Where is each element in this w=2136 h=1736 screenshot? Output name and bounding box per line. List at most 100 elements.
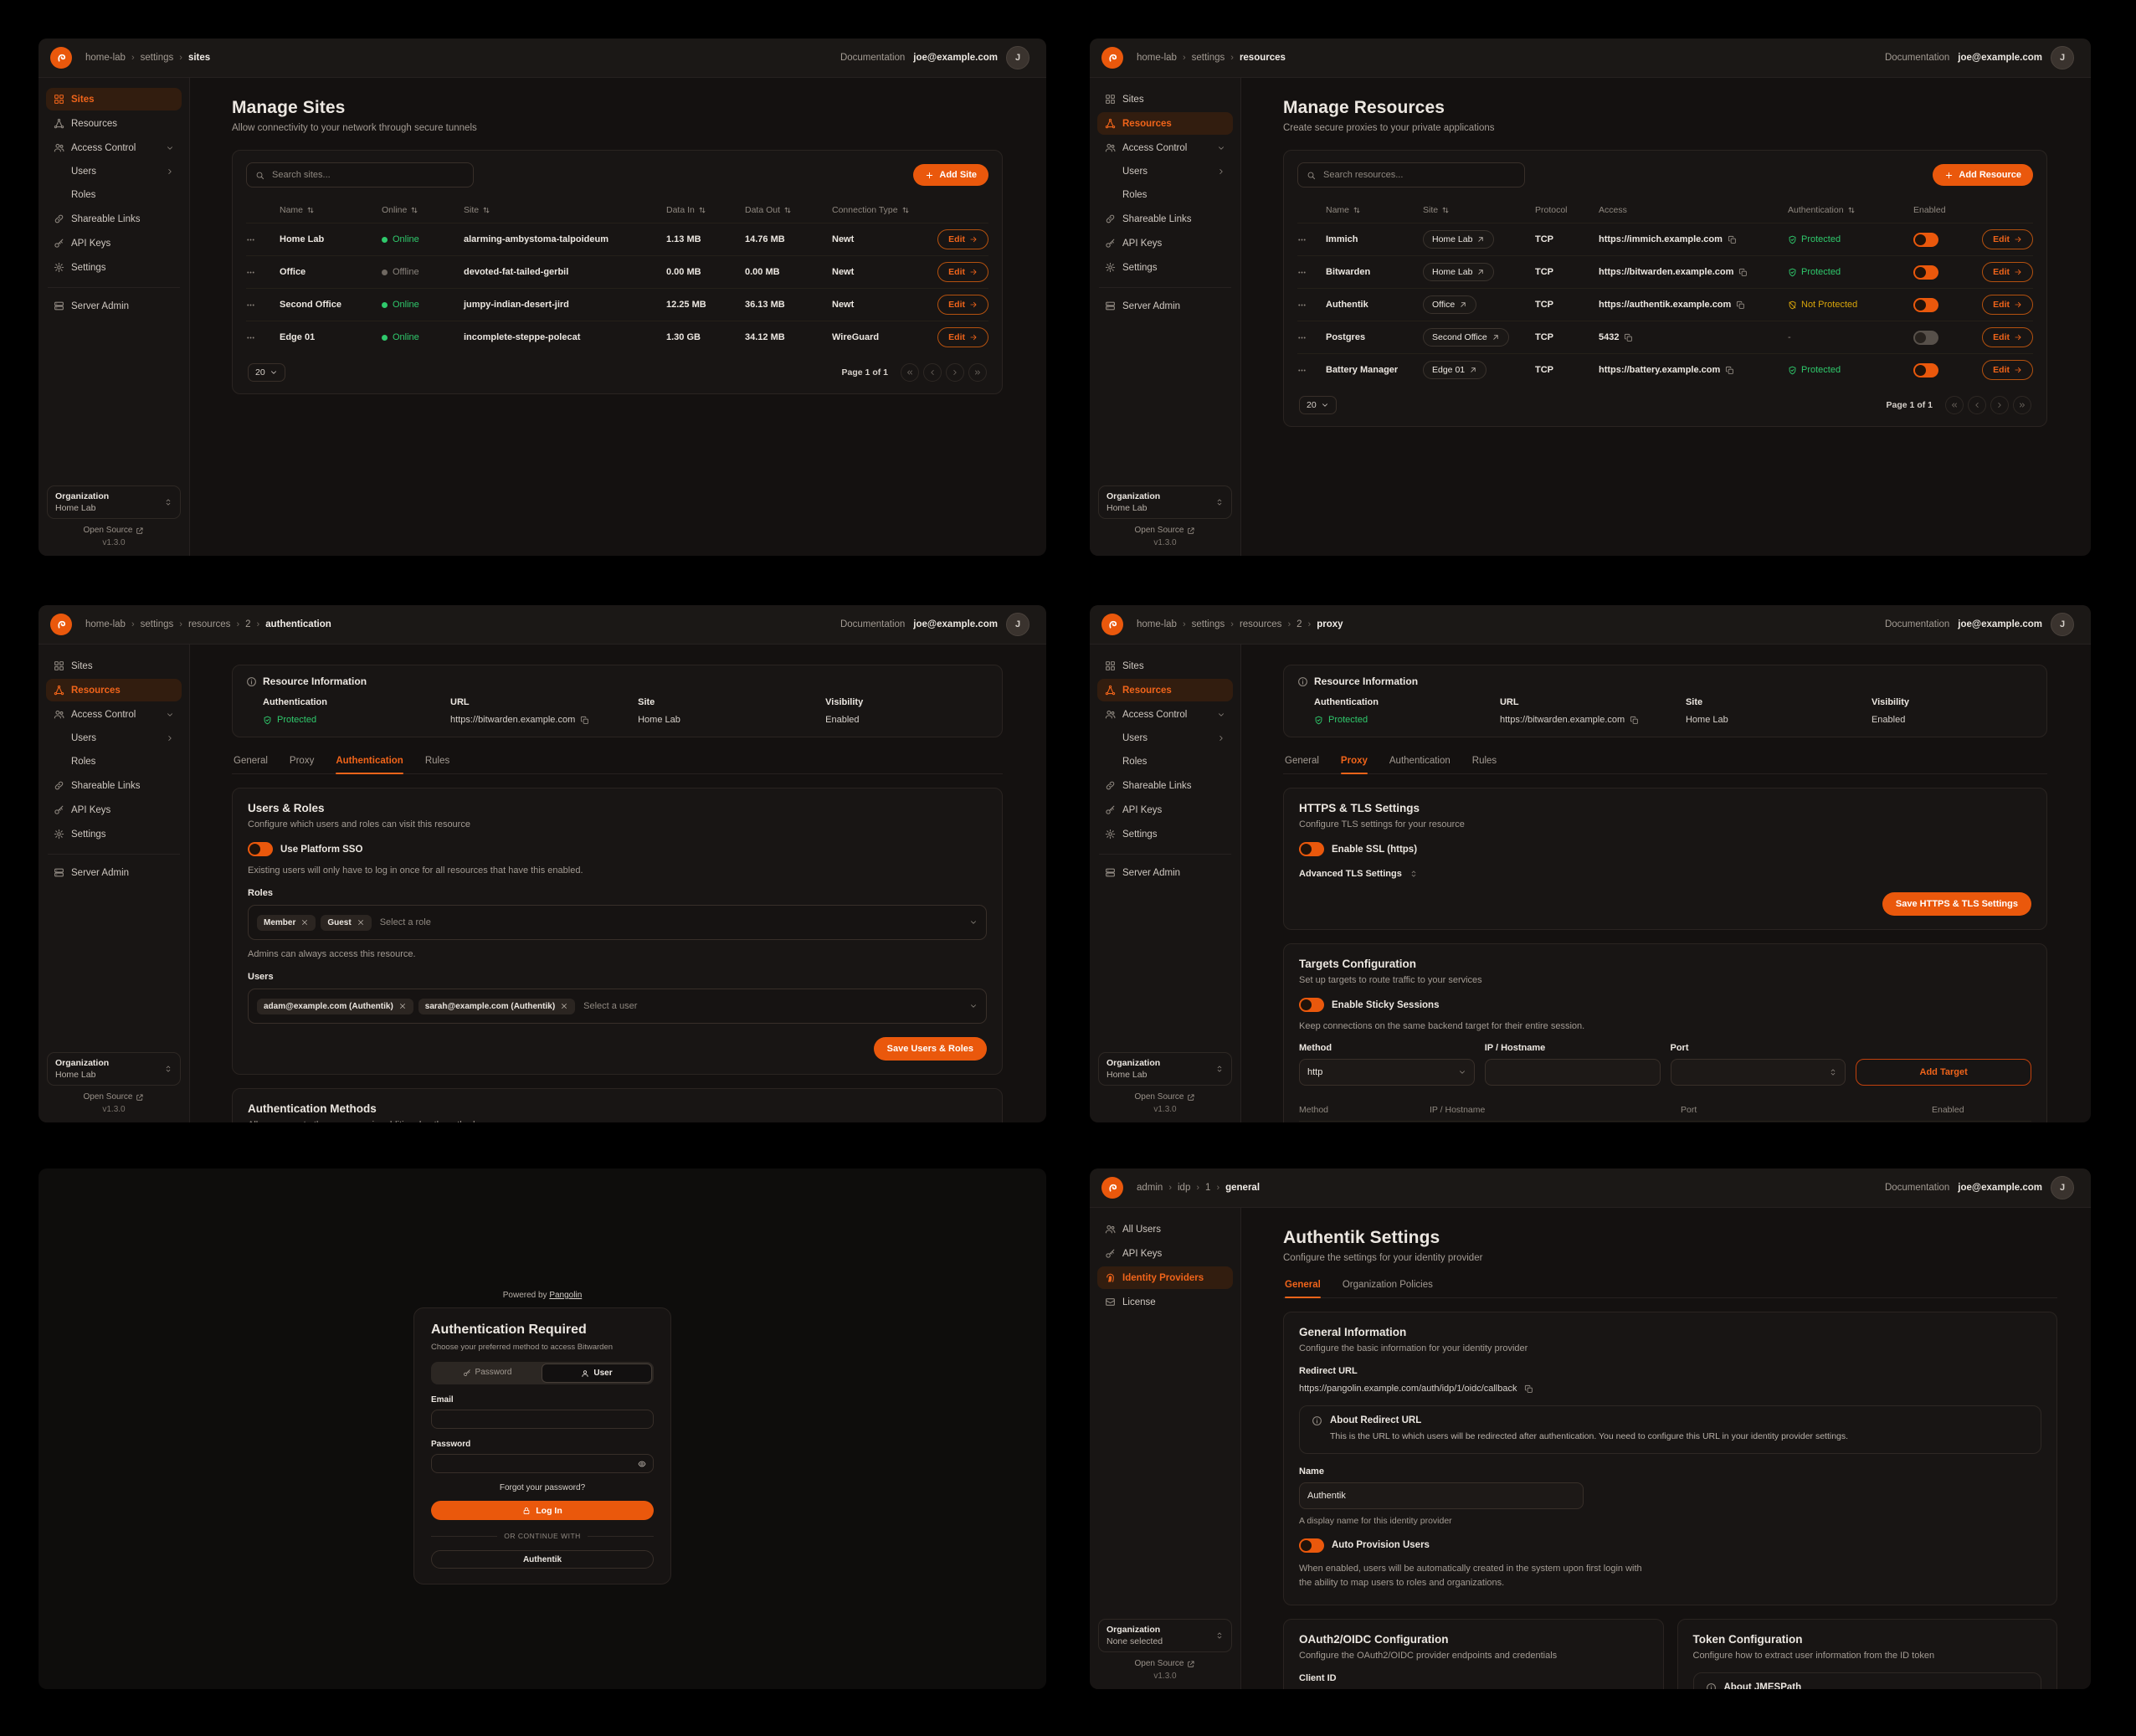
sidebar-item-shareable-links[interactable]: Shareable Links bbox=[1097, 774, 1233, 797]
user-email[interactable]: joe@example.com bbox=[913, 619, 998, 629]
user-email[interactable]: joe@example.com bbox=[1958, 619, 2042, 629]
breadcrumb-item[interactable]: 2 bbox=[1296, 619, 1302, 629]
site-badge[interactable]: Home Lab bbox=[1423, 263, 1494, 281]
advanced-tls-expander[interactable]: Advanced TLS Settings bbox=[1299, 869, 2031, 879]
breadcrumb-item[interactable]: 1 bbox=[1205, 1183, 1210, 1193]
column-header[interactable]: Name bbox=[280, 205, 382, 215]
tab-organization-policies[interactable]: Organization Policies bbox=[1343, 1275, 1433, 1297]
edit-button[interactable]: Edit bbox=[937, 229, 988, 249]
sidebar-item-resources[interactable]: Resources bbox=[46, 679, 182, 701]
row-menu-icon[interactable] bbox=[1297, 333, 1307, 342]
copy-icon[interactable] bbox=[1524, 1384, 1533, 1394]
sidebar-item-users[interactable]: Users bbox=[46, 727, 182, 749]
sidebar-item-roles[interactable]: Roles bbox=[1097, 184, 1233, 206]
enabled-toggle[interactable] bbox=[1913, 363, 1938, 378]
copy-icon[interactable] bbox=[1624, 333, 1633, 342]
platform-sso-toggle[interactable] bbox=[248, 842, 273, 856]
sidebar-item-users[interactable]: Users bbox=[46, 161, 182, 182]
column-header[interactable]: Site bbox=[464, 205, 666, 215]
site-badge[interactable]: Office bbox=[1423, 295, 1476, 314]
prev-page-button[interactable] bbox=[923, 363, 942, 382]
pangolin-logo-icon[interactable] bbox=[1101, 1177, 1123, 1199]
site-badge[interactable]: Second Office bbox=[1423, 328, 1509, 347]
row-menu-icon[interactable] bbox=[246, 268, 255, 277]
edit-button[interactable]: Edit bbox=[937, 327, 988, 347]
add-target-button[interactable]: Add Target bbox=[1856, 1059, 2031, 1086]
breadcrumb-item[interactable]: proxy bbox=[1317, 619, 1343, 629]
column-header[interactable]: Connection Type bbox=[832, 205, 920, 215]
sidebar-item-server-admin[interactable]: Server Admin bbox=[1097, 295, 1233, 317]
user-email[interactable]: joe@example.com bbox=[1958, 1183, 2042, 1193]
sidebar-item-users[interactable]: Users bbox=[1097, 161, 1233, 182]
users-multiselect[interactable]: adam@example.com (Authentik)sarah@exampl… bbox=[248, 989, 987, 1024]
sidebar-item-api-keys[interactable]: API Keys bbox=[1097, 232, 1233, 254]
avatar[interactable]: J bbox=[2051, 1176, 2074, 1199]
copy-icon[interactable] bbox=[1738, 268, 1748, 277]
add-resource-button[interactable]: Add Resource bbox=[1933, 164, 2033, 186]
column-header[interactable]: Site bbox=[1423, 205, 1535, 215]
next-page-button[interactable] bbox=[1990, 396, 2009, 414]
breadcrumb-item[interactable]: admin bbox=[1137, 1183, 1163, 1193]
tab-authentication[interactable]: Authentication bbox=[336, 751, 403, 773]
stepper-icon[interactable] bbox=[1829, 1068, 1837, 1076]
enable-ssl-toggle[interactable] bbox=[1299, 842, 1324, 856]
save-users-roles-button[interactable]: Save Users & Roles bbox=[874, 1037, 987, 1061]
sidebar-item-access-control[interactable]: Access Control bbox=[46, 136, 182, 159]
sidebar-item-sites[interactable]: Sites bbox=[1097, 88, 1233, 110]
pangolin-logo-icon[interactable] bbox=[1101, 47, 1123, 69]
avatar[interactable]: J bbox=[1006, 46, 1029, 69]
breadcrumb-item[interactable]: 2 bbox=[245, 619, 250, 629]
sidebar-item-access-control[interactable]: Access Control bbox=[1097, 136, 1233, 159]
sidebar-item-all-users[interactable]: All Users bbox=[1097, 1218, 1233, 1240]
avatar[interactable]: J bbox=[2051, 46, 2074, 69]
tab-user[interactable]: User bbox=[542, 1364, 652, 1383]
edit-button[interactable]: Edit bbox=[1982, 229, 2033, 249]
row-menu-icon[interactable] bbox=[1297, 268, 1307, 277]
copy-icon[interactable] bbox=[580, 716, 589, 725]
column-header[interactable]: Data In bbox=[666, 205, 745, 215]
enabled-toggle[interactable] bbox=[1913, 233, 1938, 247]
organization-select[interactable]: OrganizationHome Lab bbox=[1098, 1052, 1232, 1086]
copy-icon[interactable] bbox=[1725, 366, 1734, 375]
sidebar-item-api-keys[interactable]: API Keys bbox=[46, 232, 182, 254]
sidebar-item-roles[interactable]: Roles bbox=[46, 184, 182, 206]
breadcrumb-item[interactable]: sites bbox=[188, 53, 210, 63]
row-menu-icon[interactable] bbox=[1297, 235, 1307, 244]
avatar[interactable]: J bbox=[1006, 613, 1029, 636]
port-input[interactable] bbox=[1671, 1059, 1846, 1086]
sidebar-item-server-admin[interactable]: Server Admin bbox=[46, 295, 182, 317]
sidebar-item-api-keys[interactable]: API Keys bbox=[1097, 799, 1233, 821]
user-email[interactable]: joe@example.com bbox=[1958, 53, 2042, 63]
remove-chip-icon[interactable] bbox=[398, 1002, 407, 1010]
tab-rules[interactable]: Rules bbox=[1472, 751, 1497, 773]
row-menu-icon[interactable] bbox=[246, 333, 255, 342]
column-header[interactable]: Data Out bbox=[745, 205, 832, 215]
enabled-toggle[interactable] bbox=[1913, 298, 1938, 312]
tab-proxy[interactable]: Proxy bbox=[290, 751, 314, 773]
edit-button[interactable]: Edit bbox=[1982, 295, 2033, 315]
edit-button[interactable]: Edit bbox=[937, 295, 988, 315]
sidebar-item-settings[interactable]: Settings bbox=[46, 823, 182, 845]
organization-select[interactable]: OrganizationNone selected bbox=[1098, 1619, 1232, 1652]
pangolin-logo-icon[interactable] bbox=[50, 47, 72, 69]
page-size-select[interactable]: 20 bbox=[248, 363, 285, 382]
enabled-toggle[interactable] bbox=[1913, 265, 1938, 280]
breadcrumb-item[interactable]: resources bbox=[1240, 53, 1286, 63]
site-badge[interactable]: Home Lab bbox=[1423, 230, 1494, 249]
authentik-sso-button[interactable]: Authentik bbox=[431, 1550, 654, 1569]
documentation-link[interactable]: Documentation bbox=[1885, 53, 1949, 63]
sidebar-item-users[interactable]: Users bbox=[1097, 727, 1233, 749]
sidebar-item-resources[interactable]: Resources bbox=[46, 112, 182, 135]
first-page-button[interactable] bbox=[1945, 396, 1964, 414]
tab-general[interactable]: General bbox=[234, 751, 268, 773]
documentation-link[interactable]: Documentation bbox=[1885, 1183, 1949, 1193]
save-tls-button[interactable]: Save HTTPS & TLS Settings bbox=[1882, 892, 2031, 916]
copy-icon[interactable] bbox=[1728, 235, 1737, 244]
copy-icon[interactable] bbox=[1736, 300, 1745, 310]
documentation-link[interactable]: Documentation bbox=[840, 619, 905, 629]
edit-button[interactable]: Edit bbox=[1982, 327, 2033, 347]
email-field[interactable] bbox=[431, 1410, 654, 1429]
sidebar-item-roles[interactable]: Roles bbox=[1097, 751, 1233, 773]
breadcrumb-item[interactable]: home-lab bbox=[1137, 53, 1177, 63]
search-input[interactable] bbox=[1297, 162, 1525, 187]
